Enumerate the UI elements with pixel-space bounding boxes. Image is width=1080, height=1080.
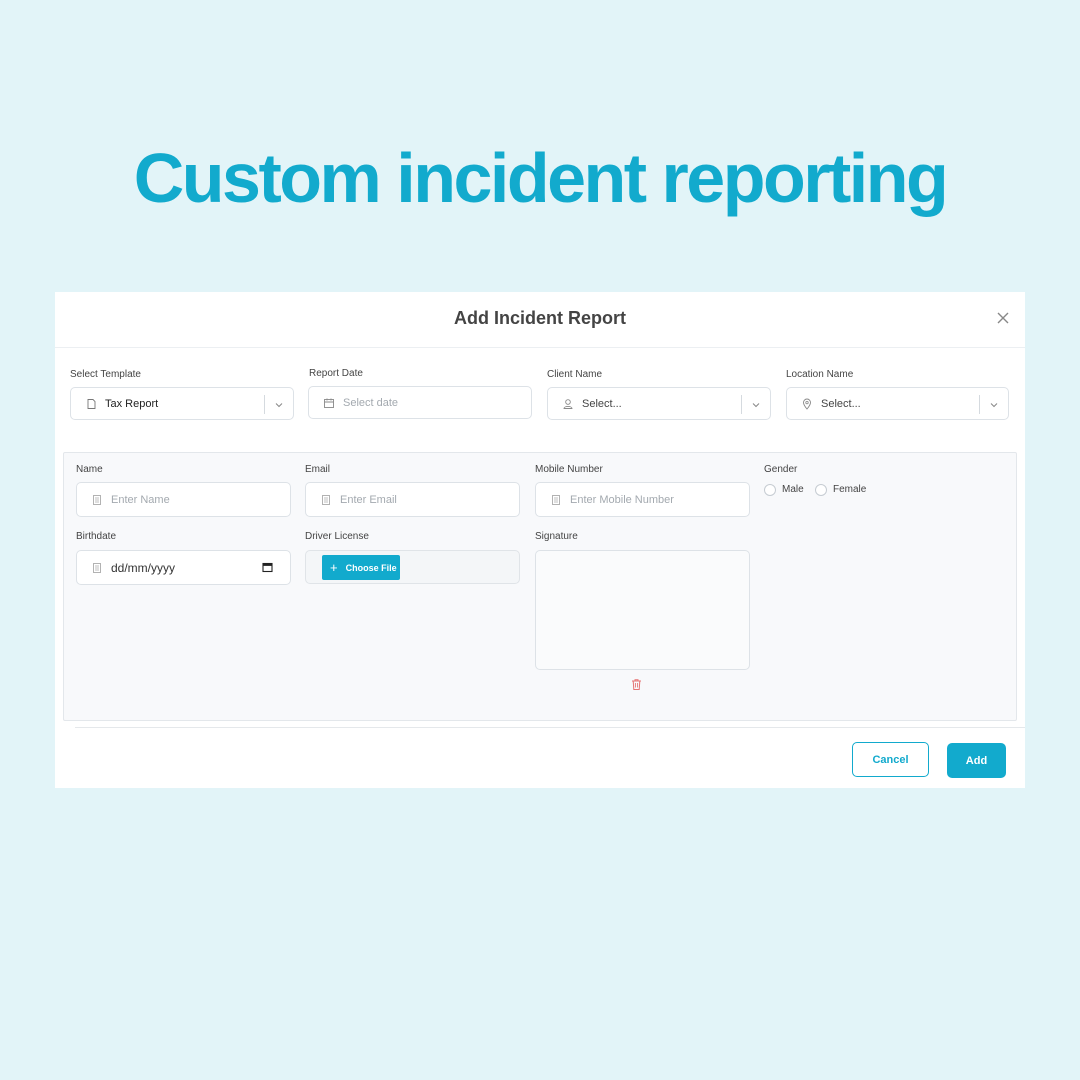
report-date-label: Report Date	[309, 368, 363, 379]
signature-label: Signature	[535, 531, 578, 542]
gender-female-label[interactable]: Female	[833, 484, 866, 495]
gender-female-radio[interactable]	[815, 484, 827, 496]
name-input[interactable]: Enter Name	[76, 482, 291, 517]
trash-icon[interactable]	[630, 678, 643, 691]
close-icon[interactable]	[995, 310, 1011, 326]
location-pin-icon	[803, 398, 811, 410]
mobile-number-input[interactable]: Enter Mobile Number	[535, 482, 750, 517]
chevron-down-icon[interactable]	[989, 400, 999, 410]
birthdate-label: Birthdate	[76, 531, 117, 542]
footer-divider	[75, 727, 1025, 728]
user-icon	[563, 398, 573, 409]
gender-male-radio[interactable]	[764, 484, 776, 496]
select-template-label: Select Template	[70, 369, 141, 380]
location-name-placeholder: Select...	[821, 397, 861, 410]
birthdate-placeholder: dd/mm/yyyy	[111, 560, 176, 575]
modal-title: Add Incident Report	[454, 308, 626, 328]
text-field-icon	[552, 494, 560, 505]
dropdown-separator	[264, 395, 265, 414]
gender-label: Gender	[764, 464, 798, 475]
location-name-dropdown[interactable]: Select...	[786, 387, 1009, 420]
email-label: Email	[305, 464, 331, 475]
name-label: Name	[76, 464, 103, 475]
page: Custom incident reporting Add Incident R…	[0, 0, 1080, 1080]
client-name-placeholder: Select...	[582, 397, 622, 410]
text-field-icon	[322, 494, 330, 505]
choose-file-label: Choose File	[345, 562, 397, 573]
text-field-icon	[93, 562, 101, 573]
text-field-icon	[93, 494, 101, 505]
client-name-dropdown[interactable]: Select...	[547, 387, 771, 420]
name-placeholder: Enter Name	[111, 493, 170, 506]
birthdate-input[interactable]: dd/mm/yyyy	[76, 550, 291, 585]
report-date-input[interactable]: Select date	[308, 386, 532, 419]
gender-male-label[interactable]: Male	[782, 484, 804, 495]
mobile-number-placeholder: Enter Mobile Number	[570, 493, 674, 506]
driver-license-file-input: + Choose File	[305, 550, 520, 584]
headline: Custom incident reporting	[133, 139, 949, 217]
dropdown-separator	[979, 395, 980, 414]
client-name-label: Client Name	[547, 369, 603, 380]
dropdown-separator	[741, 395, 742, 414]
select-template-value: Tax Report	[105, 397, 159, 410]
modal-header: Add Incident Report	[55, 292, 1025, 348]
plus-icon: +	[330, 560, 338, 575]
calendar-icon[interactable]	[262, 562, 273, 573]
choose-file-button[interactable]: + Choose File	[322, 555, 400, 580]
cancel-button[interactable]: Cancel	[852, 742, 929, 777]
mobile-number-label: Mobile Number	[535, 464, 603, 475]
email-input[interactable]: Enter Email	[305, 482, 520, 517]
chevron-down-icon[interactable]	[274, 400, 284, 410]
report-date-placeholder: Select date	[343, 396, 399, 409]
document-icon	[87, 398, 96, 409]
select-template-dropdown[interactable]: Tax Report	[70, 387, 294, 420]
driver-license-label: Driver License	[305, 531, 369, 542]
location-name-label: Location Name	[786, 369, 854, 380]
add-button[interactable]: Add	[947, 743, 1006, 778]
email-placeholder: Enter Email	[340, 493, 397, 506]
signature-pad[interactable]	[535, 550, 750, 670]
calendar-icon	[324, 398, 334, 408]
chevron-down-icon[interactable]	[751, 400, 761, 410]
